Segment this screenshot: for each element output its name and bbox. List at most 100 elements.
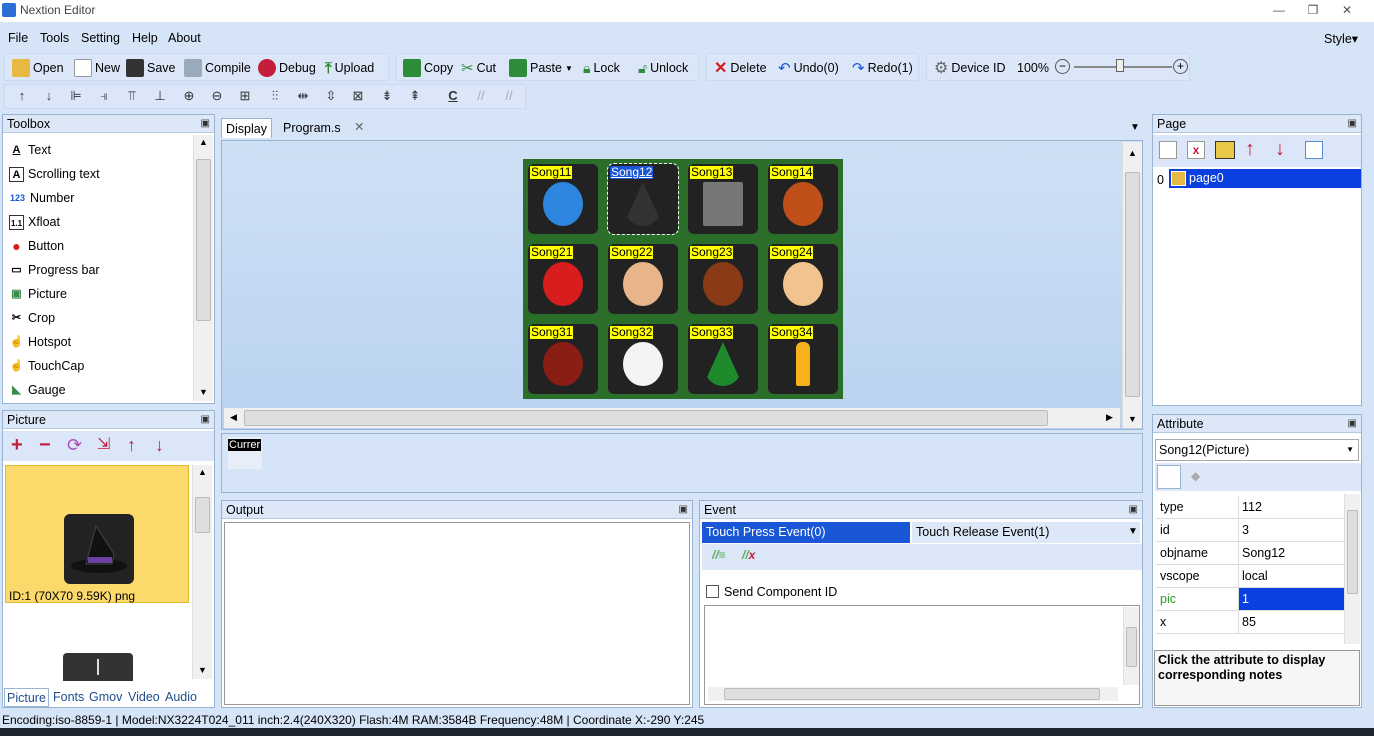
picture-scrollbar[interactable]: ▲ ▼	[192, 465, 212, 679]
tab-fonts[interactable]: Fonts	[51, 688, 86, 707]
minimize-button[interactable]: —	[1262, 0, 1296, 22]
toolbox-item-crop[interactable]: ✂ Crop	[9, 307, 55, 329]
picture-cell-song31[interactable]: Song31	[528, 324, 598, 394]
scroll-down-icon[interactable]: ▼	[199, 387, 208, 397]
toolbox-item-hotspot[interactable]: ☝ Hotspot	[9, 331, 71, 353]
canvas-vscrollbar[interactable]: ▲ ▼	[1122, 142, 1142, 428]
delete-button[interactable]: ✕ Delete	[714, 58, 767, 78]
picture-cell-song24[interactable]: Song24	[768, 244, 838, 314]
same-size-icon[interactable]: ⊠	[349, 88, 367, 105]
center-vertical-icon[interactable]: ⊖	[208, 88, 226, 105]
scroll-left-icon[interactable]: ◀	[230, 412, 237, 423]
tab-display[interactable]: Display	[221, 118, 272, 138]
same-width-icon[interactable]: ⇹	[292, 88, 314, 105]
current-page-thumbnail[interactable]: Currer	[228, 437, 262, 469]
device-screen[interactable]: Song11 Song12 Song13 Song14 Song21 Song22 Song…	[523, 159, 843, 399]
replace-picture-icon[interactable]: ⟳	[67, 435, 82, 455]
toolbox-item-picture[interactable]: ▣ Picture	[9, 283, 67, 305]
uncomment-icon[interactable]: //x	[742, 548, 755, 562]
scroll-thumb[interactable]	[244, 410, 1048, 426]
tab-audio[interactable]: Audio	[163, 688, 199, 707]
compile-button[interactable]: Compile	[184, 58, 251, 78]
pin-icon[interactable]: ▣	[679, 501, 688, 519]
alphabetical-view-icon[interactable]: ◆	[1191, 469, 1200, 483]
attribute-value[interactable]: local	[1238, 565, 1344, 587]
picture-cell-song11[interactable]: Song11	[528, 164, 598, 234]
picture-cell-song13[interactable]: Song13	[688, 164, 758, 234]
delete-page-icon[interactable]: x	[1187, 141, 1205, 159]
close-button[interactable]: ✕	[1330, 0, 1364, 22]
cut-button[interactable]: ✂ Cut	[461, 58, 496, 78]
chevron-down-icon[interactable]: ▼	[1128, 526, 1138, 537]
toolbox-item-xfloat[interactable]: 1.1 Xfloat	[9, 211, 60, 233]
device-id-button[interactable]: ⚙ Device ID	[934, 58, 1006, 78]
send-component-id-checkbox[interactable]	[706, 585, 719, 598]
import-page-icon[interactable]	[1215, 141, 1235, 159]
distribute-horizontal-icon[interactable]: ⫶⫶	[264, 88, 286, 105]
toolbox-item-text[interactable]: A Text	[9, 139, 51, 161]
code-comment-icon[interactable]: C	[444, 88, 462, 105]
attribute-row-type[interactable]: type 112	[1156, 496, 1344, 519]
pin-icon[interactable]: ▣	[1348, 415, 1357, 433]
attribute-value[interactable]: 3	[1238, 519, 1344, 541]
scroll-up-icon[interactable]: ▲	[199, 137, 208, 147]
same-height-icon[interactable]: ⇳	[320, 88, 342, 105]
open-button[interactable]: Open	[12, 58, 64, 78]
move-down-icon[interactable]: ↓	[40, 88, 58, 105]
menu-file[interactable]: File	[8, 31, 28, 45]
toolbox-item-touchcap[interactable]: ☝ TouchCap	[9, 355, 85, 377]
copy-button[interactable]: Copy	[403, 58, 453, 78]
remove-picture-icon[interactable]: −	[39, 435, 51, 455]
tab-dropdown-icon[interactable]: ▼	[1130, 122, 1140, 133]
close-tab-icon[interactable]: ✕	[350, 117, 368, 137]
picture-cell-song14[interactable]: Song14	[768, 164, 838, 234]
tab-video[interactable]: Video	[126, 688, 162, 707]
picture-cell-song12[interactable]: Song12	[607, 163, 679, 235]
scroll-up-icon[interactable]: ▲	[198, 467, 207, 477]
picture-cell-song32[interactable]: Song32	[608, 324, 678, 394]
pin-icon[interactable]: ▣	[1129, 501, 1138, 519]
distribute-vertical-icon[interactable]: ⇟	[378, 88, 396, 105]
attribute-scrollbar[interactable]	[1344, 494, 1360, 644]
attribute-value[interactable]: 1	[1238, 588, 1344, 610]
paste-button[interactable]: Paste ▼	[509, 58, 573, 78]
scroll-thumb[interactable]	[1126, 627, 1137, 667]
scroll-down-icon[interactable]: ▼	[198, 665, 207, 675]
move-up-icon[interactable]: ↑	[127, 435, 136, 455]
style-menu[interactable]: Style▾	[1324, 31, 1358, 46]
pin-icon[interactable]: ▣	[1348, 115, 1357, 133]
tab-picture[interactable]: Picture	[4, 688, 49, 707]
toolbox-scrollbar[interactable]: ▲ ▼	[193, 135, 213, 401]
road-thumbnail-icon[interactable]	[63, 653, 133, 681]
scroll-thumb[interactable]	[196, 159, 211, 321]
categorized-view-icon[interactable]	[1157, 465, 1181, 489]
scroll-down-icon[interactable]: ▼	[1128, 414, 1137, 424]
attribute-value[interactable]: 112	[1238, 496, 1344, 518]
scroll-right-icon[interactable]: ▶	[1106, 412, 1113, 423]
output-textarea[interactable]	[224, 522, 690, 705]
copy-page-icon[interactable]	[1305, 141, 1323, 159]
move-down-icon[interactable]: ↓	[155, 435, 164, 455]
comment-icon[interactable]: //≡	[712, 548, 726, 562]
attribute-row-x[interactable]: x 85	[1156, 611, 1344, 634]
maximize-button[interactable]: ❐	[1296, 0, 1330, 22]
align-bottom-icon[interactable]: ⊥	[151, 88, 169, 105]
event-vscrollbar[interactable]	[1123, 607, 1139, 685]
page-list-item[interactable]: page0	[1169, 169, 1361, 188]
insert-picture-icon[interactable]: ⇲	[97, 435, 110, 455]
event-hscrollbar[interactable]	[708, 687, 1118, 701]
tab-program[interactable]: Program.s	[279, 118, 345, 138]
center-both-icon[interactable]: ⊞	[236, 88, 254, 105]
unlock-button[interactable]: 🔓︎ Unlock	[638, 58, 688, 78]
attribute-row-objname[interactable]: objname Song12	[1156, 542, 1344, 565]
attribute-row-id[interactable]: id 3	[1156, 519, 1344, 542]
scroll-thumb[interactable]	[724, 688, 1100, 700]
upload-button[interactable]: ⤒ Upload	[325, 58, 374, 78]
zoom-slider-handle[interactable]	[1116, 59, 1124, 72]
picture-cell-song21[interactable]: Song21	[528, 244, 598, 314]
zoom-out-icon[interactable]: −	[1055, 59, 1070, 74]
tab-touch-press-event[interactable]: Touch Press Event(0)	[702, 522, 910, 543]
menu-help[interactable]: Help	[132, 31, 158, 45]
scroll-thumb[interactable]	[195, 497, 210, 533]
new-button[interactable]: New	[74, 58, 120, 78]
